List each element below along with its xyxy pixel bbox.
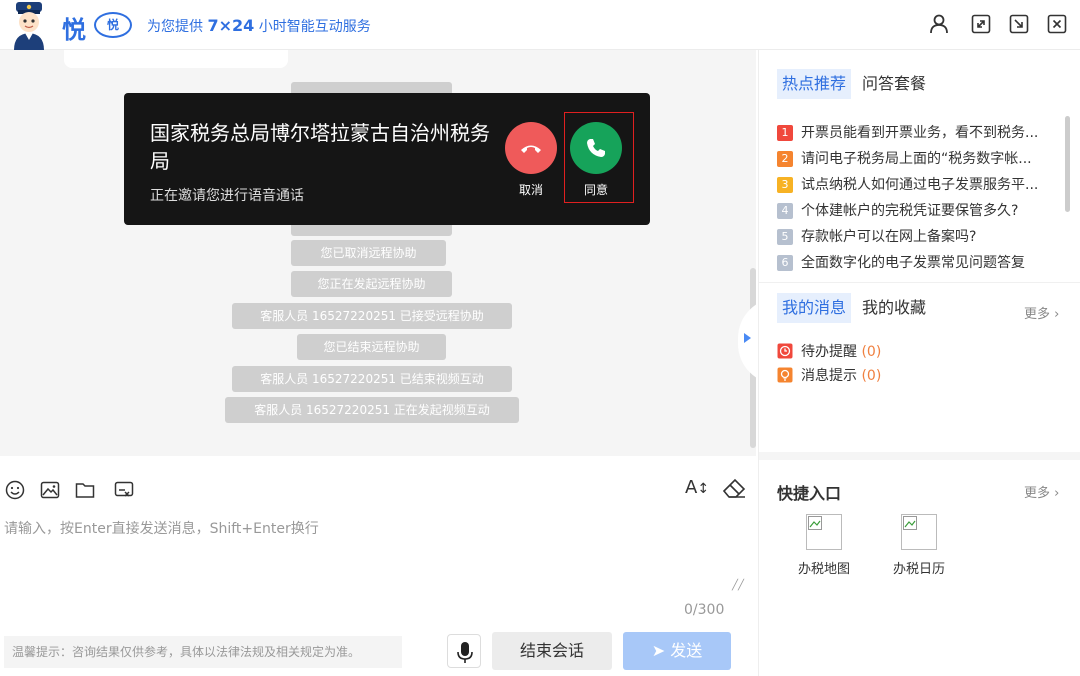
decline-call-button[interactable] [505,122,557,174]
message-notice[interactable]: 消息提示 (0) [777,365,881,385]
font-size-button[interactable]: A↕ [685,477,709,498]
quick-entry-tax-calendar[interactable]: 办税日历 [889,514,949,577]
quick-entry-title: 快捷入口 [777,484,842,503]
tab-my-favorites[interactable]: 我的收藏 [857,293,931,323]
more-quick-link[interactable]: 更多 › [1024,482,1059,501]
system-message: 客服人员 16527220251 正在发起视频互动 [225,397,519,423]
send-button[interactable]: ➤ 发送 [623,632,731,670]
warm-tip: 温馨提示：咨询结果仅供参考，具体以法律法规及相关规定为准。 [4,636,402,668]
emoji-icon[interactable] [5,480,25,500]
more-messages-link[interactable]: 更多 › [1024,303,1059,322]
hot-item[interactable]: 6 全面数字化的电子发票常见问题答复 [777,250,1063,276]
broken-image-icon [806,514,842,550]
end-session-button[interactable]: 结束会话 [492,632,612,670]
decline-label: 取消 [518,183,543,197]
hot-item[interactable]: 3 试点纳税人如何通过电子发票服务平... [777,172,1063,198]
input-toolbar: A↕ [0,456,756,516]
user-icon[interactable] [928,13,950,35]
quick-entry-label: 办税日历 [892,562,945,577]
char-counter: 0/300 [684,602,725,618]
hangup-icon [521,145,541,153]
minimize-icon[interactable] [1008,13,1030,35]
send-icon: ➤ [651,641,666,660]
system-message: 客服人员 16527220251 已接受远程协助 [232,303,512,329]
brand-logo: 悦 [62,15,86,44]
tab-hot-recommend[interactable]: 热点推荐 [777,69,852,99]
app-header: 悦 悦 为您提供 7×24 小时智能互动服务 [0,0,1080,50]
system-message: 您已取消远程协助 [291,240,446,266]
slogan: 为您提供 7×24 小时智能互动服务 [147,16,371,35]
hot-item[interactable]: 4 个体建帐户的完税凭证要保管多久? [777,198,1063,224]
arrow-right-icon [744,333,751,343]
caller-name: 国家税务总局博尔塔拉蒙古自治州税务局 [150,121,490,173]
system-message: 您已结束远程协助 [297,334,446,360]
microphone-icon [457,642,473,663]
hot-item[interactable]: 5 存款帐户可以在网上备案吗? [777,224,1063,250]
resize-handle[interactable]: ╱╱ [732,580,744,591]
close-icon[interactable] [1046,13,1068,35]
mascot-avatar [14,2,44,50]
image-icon[interactable] [40,480,60,500]
call-subtitle: 正在邀请您进行语音通话 [150,188,304,204]
todo-reminder[interactable]: 待办提醒 (0) [777,341,881,361]
message-bubble [64,50,288,68]
accept-highlight [564,112,634,203]
voice-button[interactable] [447,634,481,668]
hot-item[interactable]: 1 开票员能看到开票业务，看不到税务... [777,120,1063,146]
clock-icon [777,343,793,359]
expand-icon[interactable] [970,13,992,35]
bottom-bar: 温馨提示：咨询结果仅供参考，具体以法律法规及相关规定为准。 结束会话 ➤ 发送 [0,628,756,676]
voice-call-popup: 国家税务总局博尔塔拉蒙古自治州税务局 正在邀请您进行语音通话 取消 同意 [124,93,650,225]
bulb-icon [777,367,793,383]
hot-item[interactable]: 2 请问电子税务局上面的“税务数字帐... [777,146,1063,172]
quick-entry-label: 办税地图 [797,562,850,577]
brand-badge: 悦 [94,12,132,38]
system-message: 客服人员 16527220251 已结束视频互动 [232,366,512,392]
section-divider [759,452,1080,460]
message-card: 我的消息 我的收藏 更多 › 待办提醒 (0) 消息提示 (0) [759,282,1080,452]
system-message: 您正在发起远程协助 [291,271,452,297]
message-input-area: ╱╱ 0/300 [0,516,756,628]
eraser-icon[interactable] [721,476,747,502]
hot-question-list: 1 开票员能看到开票业务，看不到税务... 2 请问电子税务局上面的“税务数字帐..… [777,120,1063,280]
hot-list-scrollbar[interactable] [1065,116,1070,212]
right-panel: 热点推荐 问答套餐 1 开票员能看到开票业务，看不到税务... 2 请问电子税务局上… [758,50,1080,676]
tab-qa-package[interactable]: 问答套餐 [857,69,931,99]
tab-my-messages[interactable]: 我的消息 [777,293,852,323]
quick-entry-tax-map[interactable]: 办税地图 [794,514,854,577]
screenshot-icon[interactable] [114,480,134,500]
broken-image-icon [901,514,937,550]
folder-icon[interactable] [75,480,95,500]
message-input[interactable] [4,518,724,588]
